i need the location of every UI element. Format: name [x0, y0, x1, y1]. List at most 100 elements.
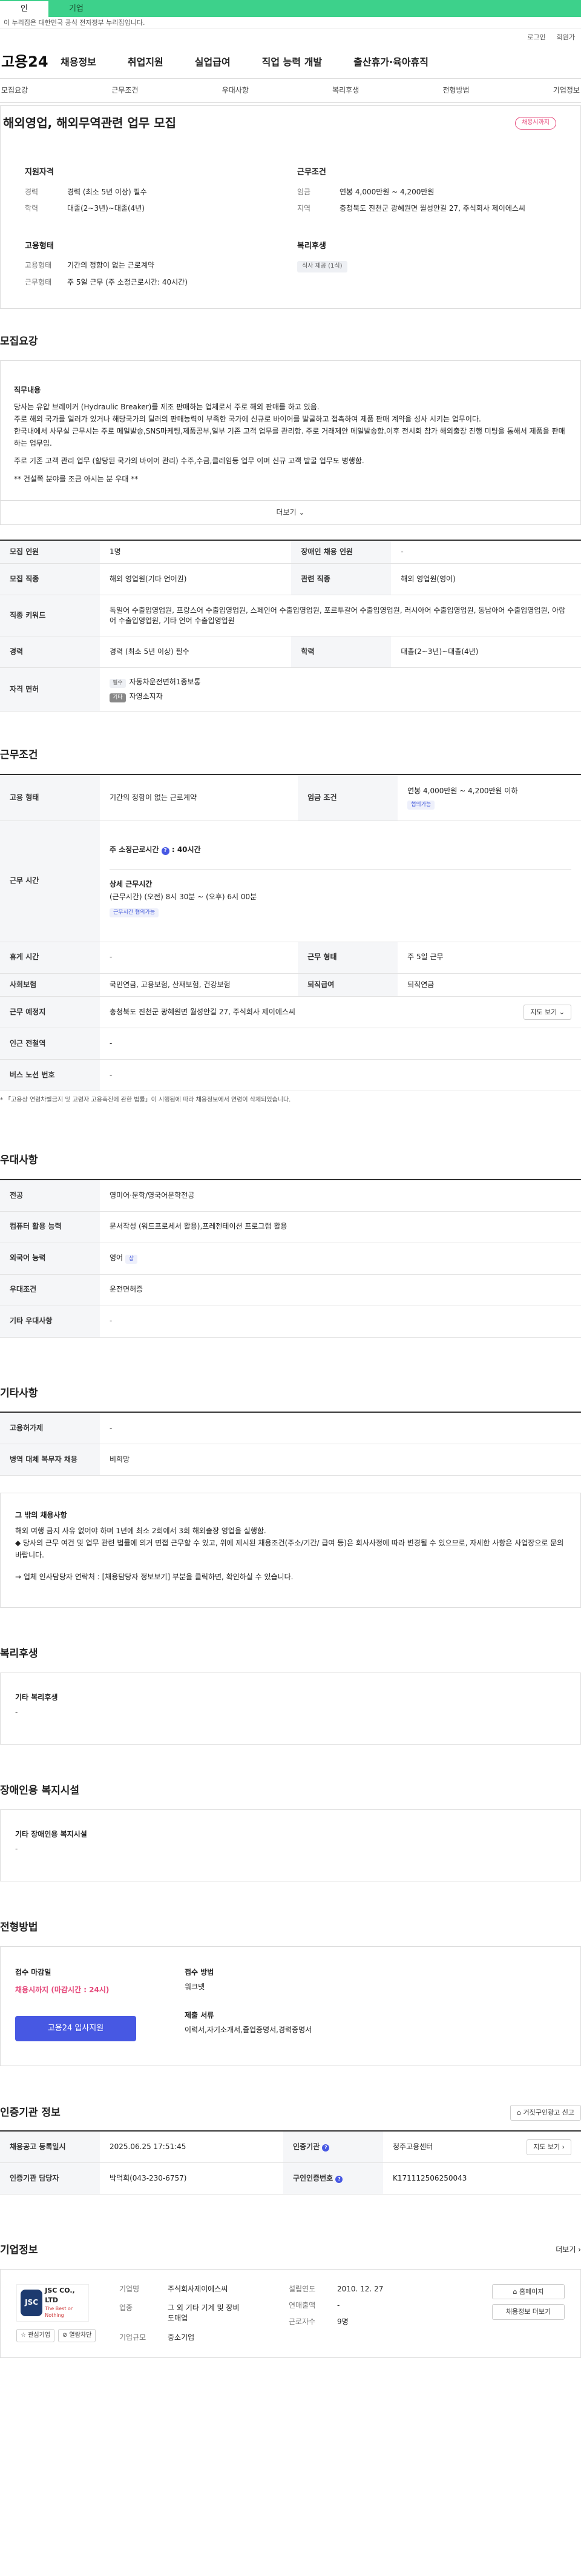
job-title: 해외영업, 해외무역관련 업무 모집 [3, 116, 177, 130]
tab-recruit[interactable]: 모집요강 [1, 85, 28, 96]
company-key: 근로자수 [289, 2317, 316, 2327]
welfare-box: 기타 복리후생 - [0, 1672, 581, 1745]
apply-button[interactable]: 고용24 입사지원 [15, 2016, 136, 2042]
duty-line: 한국내에서 사무실 근무시는 주로 메일발송,SNS마케팅,제품공부,일부 기존… [14, 426, 565, 447]
nav-unemployment[interactable]: 실업급여 [195, 55, 231, 69]
etc-box-title: 그 밖의 채용사항 [15, 1510, 67, 1519]
chevron-right-icon: › [576, 2245, 581, 2254]
table-value: 국민연금, 고용보험, 산재보험, 건강보험 [100, 973, 298, 997]
cond-value: 연봉 4,000만원 ~ 4,200만원 [340, 187, 435, 196]
tab-company[interactable]: 기업정보 [553, 85, 580, 96]
company-value: - [337, 2300, 340, 2310]
main-nav: 고용24 채용정보 취업지원 실업급여 직업 능력 개발 출산휴가·육아휴직 [0, 46, 581, 79]
table-key: 고용허가제 [0, 1412, 100, 1444]
homepage-label: 홈페이지 [519, 2287, 544, 2296]
tab-pref[interactable]: 우대사항 [222, 85, 249, 96]
table-value: 운전면허증 [100, 1274, 581, 1306]
info-icon[interactable]: ? [335, 2175, 343, 2183]
work-table: 고용 형태 기간의 정함이 없는 근로계약 임금 조건 연봉 4,000만원 ~… [0, 774, 581, 1091]
table-value: 박덕희(043-230-6757) [100, 2162, 283, 2195]
nav-training[interactable]: 직업 능력 개발 [262, 55, 322, 69]
table-key: 경력 [0, 636, 100, 669]
homepage-button[interactable]: ⌂ 홈페이지 [492, 2284, 565, 2300]
etc-heading: 기타사항 [0, 1387, 38, 1399]
table-row: 고용허가제 - [0, 1412, 581, 1444]
work-heading: 근무조건 [0, 749, 38, 762]
job-summary: 해외영업, 해외무역관련 업무 모집 채용시까지 지원자격 경력 경력 (최소 5… [0, 105, 581, 309]
nav-employment-support[interactable]: 취업지원 [128, 55, 163, 69]
table-value: - [100, 1059, 581, 1091]
table-value: 대졸(2~3년)~대졸(4년) [391, 636, 581, 669]
etc-box: 그 밖의 채용사항 해외 여행 금지 사유 없어야 하며 1년에 최소 2회에서… [0, 1492, 581, 1608]
deadline-value: 채용시까지 (마감시간 : 24시) [15, 1986, 110, 1995]
block-button[interactable]: ⊘ 열람차단 [57, 2328, 96, 2342]
table-row: 채용공고 등록일시 2025.06.25 17:51:45 인증기관 ? 청주고… [0, 2130, 581, 2163]
report-label: 거짓구인광고 신고 [523, 2109, 574, 2117]
table-key: 근무 형태 [298, 942, 398, 974]
nav-jobs[interactable]: 채용정보 [61, 55, 96, 69]
table-key: 사회보험 [0, 973, 100, 997]
info-icon[interactable]: ? [161, 847, 169, 856]
method-value: 워크넷 [185, 1983, 205, 1992]
license-text: 자동차운전면허1종보통 [129, 677, 201, 686]
tab-welfare[interactable]: 복리후생 [332, 85, 359, 96]
wage-chip: 협의가능 [407, 801, 435, 810]
table-value: 퇴직연금 [398, 973, 581, 997]
more-button[interactable]: 더보기 ⌄ [1, 500, 580, 524]
table-row: 외국어 능력 영어 상 [0, 1243, 581, 1275]
table-key: 근무 예정지 [0, 996, 100, 1028]
table-key: 퇴직급여 [298, 973, 398, 997]
etc-line: ◆ 당사의 근무 여건 및 업무 관련 법률에 의거 면접 근무할 수 있고, … [15, 1538, 564, 1559]
logo[interactable]: 고용24 [0, 51, 61, 73]
block-label: 열람차단 [69, 2331, 92, 2339]
tab-individual[interactable]: 인 [0, 1, 48, 17]
map-button[interactable]: 지도 보기 ⌄ [524, 1004, 571, 1020]
table-key: 외국어 능력 [0, 1243, 100, 1275]
tab-company[interactable]: 기업 [48, 1, 104, 17]
info-icon[interactable]: ? [322, 2144, 330, 2152]
report-button[interactable]: ⌂ 거짓구인광고 신고 [510, 2105, 581, 2121]
table-key: 자격 면허 [0, 667, 100, 712]
cond-value: 충청북도 진천군 광혜원면 월성안길 27, 주식회사 제이에스씨 [340, 204, 525, 213]
agency-org-key: 인증기관 [292, 2142, 320, 2151]
duty-line: ** 건설쪽 분야를 조금 아시는 분 우대 ** [14, 475, 139, 484]
table-key: 전공 [0, 1179, 100, 1212]
table-value: 영어 상 [100, 1243, 581, 1275]
company-key: 업종 [119, 2303, 133, 2312]
welfare-chip: 식사 제공 (1식) [297, 261, 347, 272]
signup-link[interactable]: 회원가 [557, 33, 575, 42]
disabled-box-value: - [15, 1844, 18, 1854]
company-more-link[interactable]: 더보기 › [556, 2245, 581, 2255]
pref-heading: 우대사항 [0, 1154, 38, 1167]
cond-key: 임금 [297, 187, 311, 196]
table-row: 기타 우대사항 - [0, 1306, 581, 1338]
table-row: 모집 인원 1명 장애인 채용 인원 - [0, 540, 581, 564]
map-label: 지도 보기 [530, 1008, 557, 1016]
nav-leave[interactable]: 출산휴가·육아휴직 [353, 55, 428, 69]
company-card: JSC JSC CO., LTD The Best or Nothing ☆ 관심… [0, 2268, 581, 2359]
company-value: 2010. 12. 27 [337, 2284, 384, 2293]
hours-value: 40시간 [177, 845, 201, 854]
agency-map-button[interactable]: 지도 보기 › [527, 2139, 571, 2155]
table-key: 학력 [291, 636, 392, 669]
table-key: 관련 직종 [291, 563, 392, 596]
company-value: 중소기업 [168, 2333, 195, 2342]
qual-heading: 지원자격 [25, 168, 54, 177]
table-value: 1명 [100, 540, 292, 564]
login-link[interactable]: 로그인 [527, 33, 545, 42]
agency-heading: 인증기관 정보 [0, 2107, 61, 2119]
table-value: - [100, 1028, 581, 1060]
table-row: 근무 예정지 충청북도 진천군 광혜원면 월성안길 27, 주식회사 제이에스씨… [0, 996, 581, 1028]
agency-map-label: 지도 보기 [533, 2142, 560, 2151]
tab-process[interactable]: 전형방법 [442, 85, 469, 96]
tab-work[interactable]: 근무조건 [111, 85, 138, 96]
table-key: 버스 노선 번호 [0, 1059, 100, 1091]
fav-company-button[interactable]: ☆ 관심기업 [16, 2328, 54, 2342]
fav-label: 관심기업 [28, 2331, 50, 2339]
place-value: 충청북도 진천군 광혜원면 월성안길 27, 주식회사 제이에스씨 [110, 1007, 295, 1016]
company-jobs-button[interactable]: 채용정보 더보기 [492, 2304, 565, 2320]
table-value: - [100, 1412, 581, 1444]
table-key: 모집 인원 [0, 540, 100, 564]
welfare-box-title: 기타 복리후생 [15, 1693, 58, 1702]
table-row: 휴게 시간 - 근무 형태 주 5일 근무 [0, 942, 581, 974]
